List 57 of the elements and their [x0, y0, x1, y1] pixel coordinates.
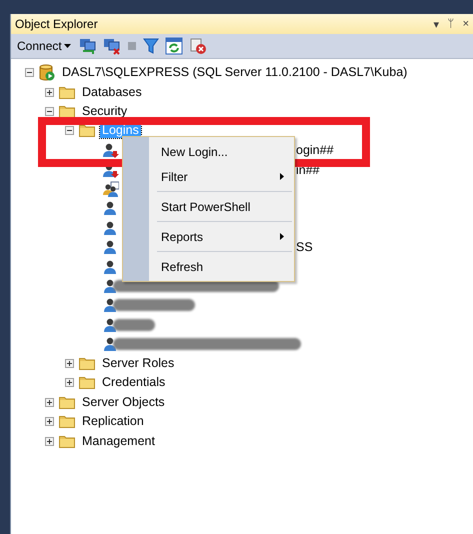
menu-item[interactable]: Refresh — [123, 254, 294, 279]
user-arrow-icon — [103, 142, 119, 158]
tree-item[interactable]: Server Roles — [100, 356, 176, 372]
pin-button[interactable]: ᛘ — [448, 18, 455, 30]
dropdown-button[interactable]: ▾ — [434, 18, 440, 30]
folder-icon — [59, 415, 75, 428]
caret-icon — [64, 44, 71, 48]
database-server-icon — [39, 64, 55, 82]
collapse-toggle[interactable] — [45, 106, 54, 116]
tree-item[interactable]: DASL7\SQLEXPRESS (SQL Server 11.0.2100 - DASL7\Kuba) — [60, 65, 410, 80]
redaction-bar — [113, 318, 155, 331]
expand-toggle[interactable] — [45, 417, 54, 426]
folder-icon — [79, 124, 95, 138]
folder-icon — [59, 434, 75, 448]
submenu-arrow-icon — [280, 233, 284, 240]
expand-toggle[interactable] — [45, 88, 54, 97]
menu-item[interactable]: Filter — [123, 164, 294, 189]
expand-toggle[interactable] — [65, 378, 74, 388]
user-icon — [103, 316, 119, 333]
folder-icon — [79, 376, 95, 390]
user-icon — [103, 258, 119, 275]
menu-item[interactable]: Reports — [123, 224, 294, 249]
tree-item[interactable]: Credentials — [100, 375, 168, 390]
connect-server-icon[interactable] — [78, 37, 97, 55]
menu-item[interactable]: Start PowerShell — [123, 194, 294, 219]
expand-toggle[interactable] — [45, 436, 54, 446]
menu-item[interactable]: New Login... — [123, 139, 294, 164]
expand-toggle[interactable] — [45, 398, 54, 407]
login-name[interactable]: SS — [296, 240, 313, 254]
script-cancel-icon[interactable] — [188, 37, 207, 55]
submenu-arrow-icon — [280, 173, 284, 180]
disconnect-server-icon[interactable] — [102, 37, 121, 55]
tree-item[interactable]: Security — [80, 104, 130, 119]
user-icon — [103, 336, 119, 352]
tree-item[interactable]: Management — [80, 434, 157, 449]
panel-title: Object Explorer — [15, 17, 99, 31]
user-icon — [103, 278, 119, 294]
tree-item[interactable]: Replication — [80, 414, 146, 430]
login-name[interactable]: ogin## — [296, 143, 334, 158]
user-group-icon — [103, 181, 119, 198]
refresh-icon[interactable] — [164, 37, 183, 55]
tree-item[interactable]: Server Objects — [80, 394, 167, 410]
close-button[interactable]: × — [462, 18, 469, 30]
expand-toggle[interactable] — [65, 359, 74, 368]
user-icon — [103, 297, 119, 314]
connect-button[interactable]: Connect — [17, 39, 71, 53]
user-icon — [103, 220, 119, 236]
collapse-toggle[interactable] — [25, 68, 34, 78]
collapse-toggle[interactable] — [65, 126, 74, 136]
tree-item[interactable]: Databases — [80, 84, 144, 100]
folder-icon — [79, 357, 95, 370]
user-icon — [103, 200, 119, 216]
user-icon — [103, 239, 119, 256]
folder-icon — [59, 396, 75, 409]
folder-icon — [59, 86, 75, 99]
filter-icon[interactable] — [142, 38, 159, 54]
folder-icon — [59, 104, 75, 118]
